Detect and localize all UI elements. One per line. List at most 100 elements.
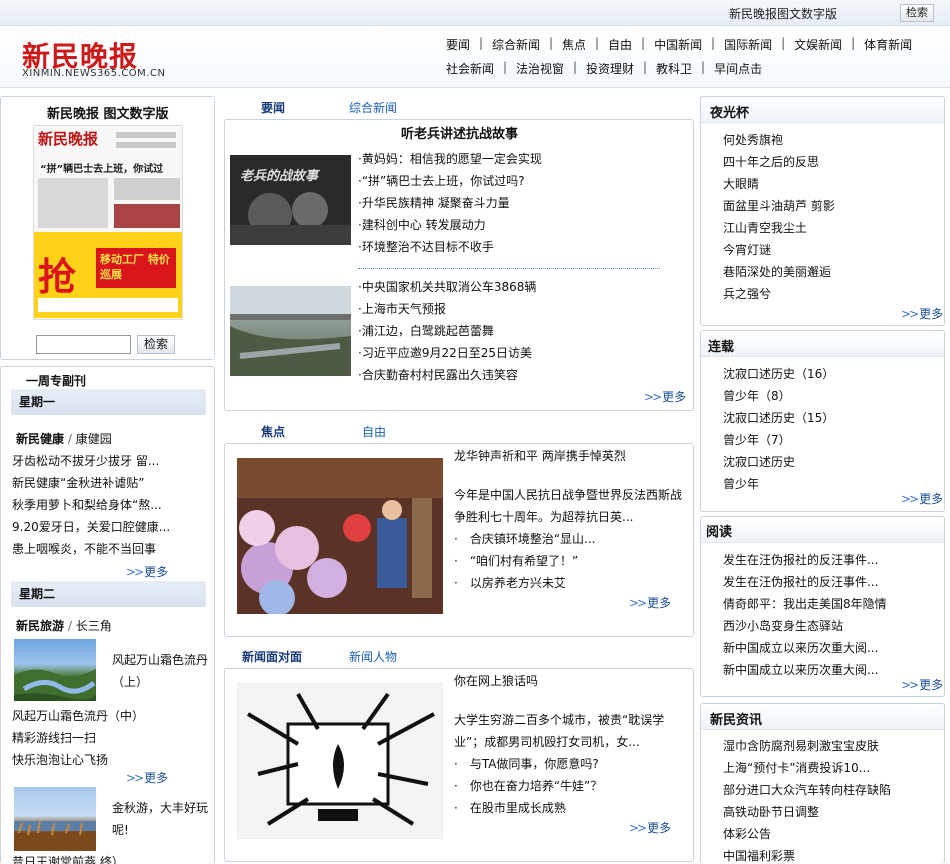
list-item[interactable]: 今宵灯谜 — [723, 239, 933, 261]
tab-jiaodian[interactable]: 焦点 — [261, 423, 285, 440]
nav-item[interactable]: 自由 — [608, 36, 632, 53]
tab-news-people[interactable]: 新闻人物 — [349, 648, 397, 665]
paper-front-page-thumbnail[interactable]: 新民晚报 “拼”辆巴士去上班，你试过吗？ 抢 移动工厂 特价巡展 — [33, 125, 183, 320]
paper-search-input[interactable] — [36, 335, 131, 354]
list-item[interactable]: 风起万山霜色流丹（中） — [12, 705, 207, 727]
list-item[interactable]: 牙齿松动不拔牙少拔牙 留... — [12, 450, 207, 472]
yaowen-block-title[interactable]: 听老兵讲述抗战故事 — [401, 123, 518, 142]
list-item[interactable]: · 在股市里成长成熟 — [454, 797, 692, 819]
list-item[interactable]: 体彩公告 — [723, 823, 938, 845]
nav-item[interactable]: 法治视窗 — [516, 60, 564, 77]
list-item[interactable]: · 你也在奋力培养“牛娃”？ — [454, 775, 692, 797]
list-item[interactable]: ·合庆勤奋村村民露出久违笑容 — [358, 364, 688, 386]
tab-ziyou[interactable]: 自由 — [362, 423, 386, 440]
lianzai-more-link[interactable]: >> 更多 — [901, 490, 943, 507]
nav-item[interactable]: 文娱新闻 — [794, 36, 842, 53]
focus-more-link[interactable]: >> 更多 — [629, 594, 671, 611]
list-item[interactable]: 中国福利彩票 — [723, 845, 938, 864]
top-search-button[interactable]: 检索 — [900, 4, 934, 22]
nav-item[interactable]: 投资理财 — [586, 60, 634, 77]
list-item[interactable]: 患上咽喉炎，不能不当回事 — [12, 538, 207, 560]
list-item[interactable]: · 合庆镇环境整治“显山... — [454, 528, 692, 550]
health-more-link[interactable]: >> 更多 — [126, 563, 168, 580]
list-item[interactable]: 9.20爱牙日，关爱口腔健康... — [12, 516, 207, 538]
list-item[interactable]: 沈寂口述历史（15） — [723, 407, 933, 429]
lianzai-title[interactable]: 连载 — [708, 336, 734, 355]
list-item[interactable]: ·“拼”辆巴士去上班，你试过吗? — [358, 170, 688, 192]
tab-news-face-to-face[interactable]: 新闻面对面 — [242, 648, 302, 665]
travel-photo-mountains[interactable] — [14, 639, 96, 701]
yaowen-more-link[interactable]: >> 更多 — [644, 388, 686, 405]
nav-item[interactable]: 综合新闻 — [492, 36, 540, 53]
list-item[interactable]: · 以房养老方兴未艾 — [454, 572, 692, 594]
nav-item[interactable]: 教科卫 — [656, 60, 692, 77]
list-item[interactable]: 倩奇郎平：我出走美国8年隐情 — [723, 593, 938, 615]
list-item[interactable]: 新中国成立以来历次重大阅... — [723, 637, 938, 659]
memorial-flowers-photo[interactable] — [237, 458, 443, 614]
list-item[interactable]: 精彩游线扫一扫 — [12, 727, 207, 749]
nav-item[interactable]: 要闻 — [446, 36, 470, 53]
list-item[interactable]: 江山青空我尘土 — [723, 217, 933, 239]
paper-search-button[interactable]: 检索 — [137, 335, 175, 354]
list-item[interactable]: ·中央国家机关共取消公车3868辆 — [358, 276, 688, 298]
nav-item[interactable]: 早间点击 — [714, 60, 762, 77]
travel-photo-wetland[interactable] — [14, 787, 96, 851]
list-item[interactable]: 西沙小岛变身生态驿站 — [723, 615, 938, 637]
travel-category-link[interactable]: 新民旅游 — [16, 619, 64, 633]
list-item[interactable]: ·浦江边，白鹭跳起芭蕾舞 — [358, 320, 688, 342]
list-item[interactable]: 四十年之后的反思 — [723, 151, 933, 173]
travel-cut-item[interactable]: 昔日王谢堂前燕 终） — [12, 853, 212, 864]
list-item[interactable]: ·建科创中心 转发展动力 — [358, 214, 688, 236]
list-item[interactable]: · 与TA做同事，你愿意吗? — [454, 753, 692, 775]
yuedu-title[interactable]: 阅读 — [706, 521, 732, 540]
zixun-title[interactable]: 新民资讯 — [710, 709, 762, 728]
health-subcategory-link[interactable]: 康健园 — [76, 432, 112, 446]
face-headline[interactable]: 你在网上狼话吗 — [454, 672, 538, 689]
list-item[interactable]: 秋季用萝卜和梨给身体“熬... — [12, 494, 207, 516]
list-item[interactable]: ·环境整治不达目标不收手 — [358, 236, 688, 258]
list-item[interactable]: 湿巾含防腐剂易刺激宝宝皮肤 — [723, 735, 938, 757]
list-item[interactable]: 部分进口大众汽车转向柱存缺陷 — [723, 779, 938, 801]
list-item[interactable]: 曾少年（8） — [723, 385, 933, 407]
nav-item[interactable]: 焦点 — [562, 36, 586, 53]
list-item[interactable]: 大眼睛 — [723, 173, 933, 195]
yuedu-more-link[interactable]: >> 更多 — [901, 676, 943, 693]
face-more-link[interactable]: >> 更多 — [629, 819, 671, 836]
yeguang-more-link[interactable]: >> 更多 — [901, 305, 943, 322]
travel-subcategory-link[interactable]: 长三角 — [76, 619, 112, 633]
list-item[interactable]: · “咱们村有希望了！” — [454, 550, 692, 572]
list-item[interactable]: 发生在汪伪报社的反汪事件... — [723, 549, 938, 571]
list-item[interactable]: 巷陌深处的美丽邂逅 — [723, 261, 933, 283]
list-item[interactable]: ·上海市天气预报 — [358, 298, 688, 320]
veterans-photo[interactable]: 老兵的战故事 — [230, 155, 351, 245]
focus-headline[interactable]: 龙华钟声祈和平 两岸携手悼英烈 — [454, 447, 626, 464]
digital-edition-link[interactable]: 新民晚报图文数字版 — [729, 5, 837, 22]
list-item[interactable]: 沈寂口述历史 — [723, 451, 933, 473]
tab-yaowen[interactable]: 要闻 — [261, 99, 285, 116]
list-item[interactable]: 快乐泡泡让心飞扬 — [12, 749, 207, 771]
travel-feature-link-2[interactable]: 金秋游，大丰好玩呢! — [112, 797, 212, 841]
list-item[interactable]: ·黄妈妈：相信我的愿望一定会实现 — [358, 148, 688, 170]
health-category-link[interactable]: 新民健康 — [16, 432, 64, 446]
list-item[interactable]: 曾少年（7） — [723, 429, 933, 451]
list-item[interactable]: 上海“预付卡”消费投诉10... — [723, 757, 938, 779]
yeguang-title[interactable]: 夜光杯 — [710, 102, 749, 121]
nav-item[interactable]: 社会新闻 — [446, 60, 494, 77]
list-item[interactable]: 高铁动卧节日调整 — [723, 801, 938, 823]
list-item[interactable]: ·习近平应邀9月22日至25日访美 — [358, 342, 688, 364]
nav-item[interactable]: 国际新闻 — [724, 36, 772, 53]
list-item[interactable]: 新民健康“金秋进补谑贴” — [12, 472, 207, 494]
list-item[interactable]: 兵之强兮 — [723, 283, 933, 305]
tab-zonghe-news[interactable]: 综合新闻 — [349, 99, 397, 116]
list-item[interactable]: 何处秀旗袍 — [723, 129, 933, 151]
nav-item[interactable]: 体育新闻 — [864, 36, 912, 53]
travel-feature-link-1[interactable]: 风起万山霜色流丹（上） — [112, 649, 212, 693]
list-item[interactable]: 沈寂口述历史（16） — [723, 363, 933, 385]
nav-item[interactable]: 中国新闻 — [654, 36, 702, 53]
list-item[interactable]: 面盆里斗油葫芦 剪影 — [723, 195, 933, 217]
cyber-violence-cartoon[interactable] — [237, 683, 443, 839]
river-bridge-photo[interactable] — [230, 286, 351, 376]
list-item[interactable]: 发生在汪伪报社的反汪事件... — [723, 571, 938, 593]
travel-more-link[interactable]: >> 更多 — [126, 769, 168, 786]
list-item[interactable]: ·升华民族精神 凝聚奋斗力量 — [358, 192, 688, 214]
